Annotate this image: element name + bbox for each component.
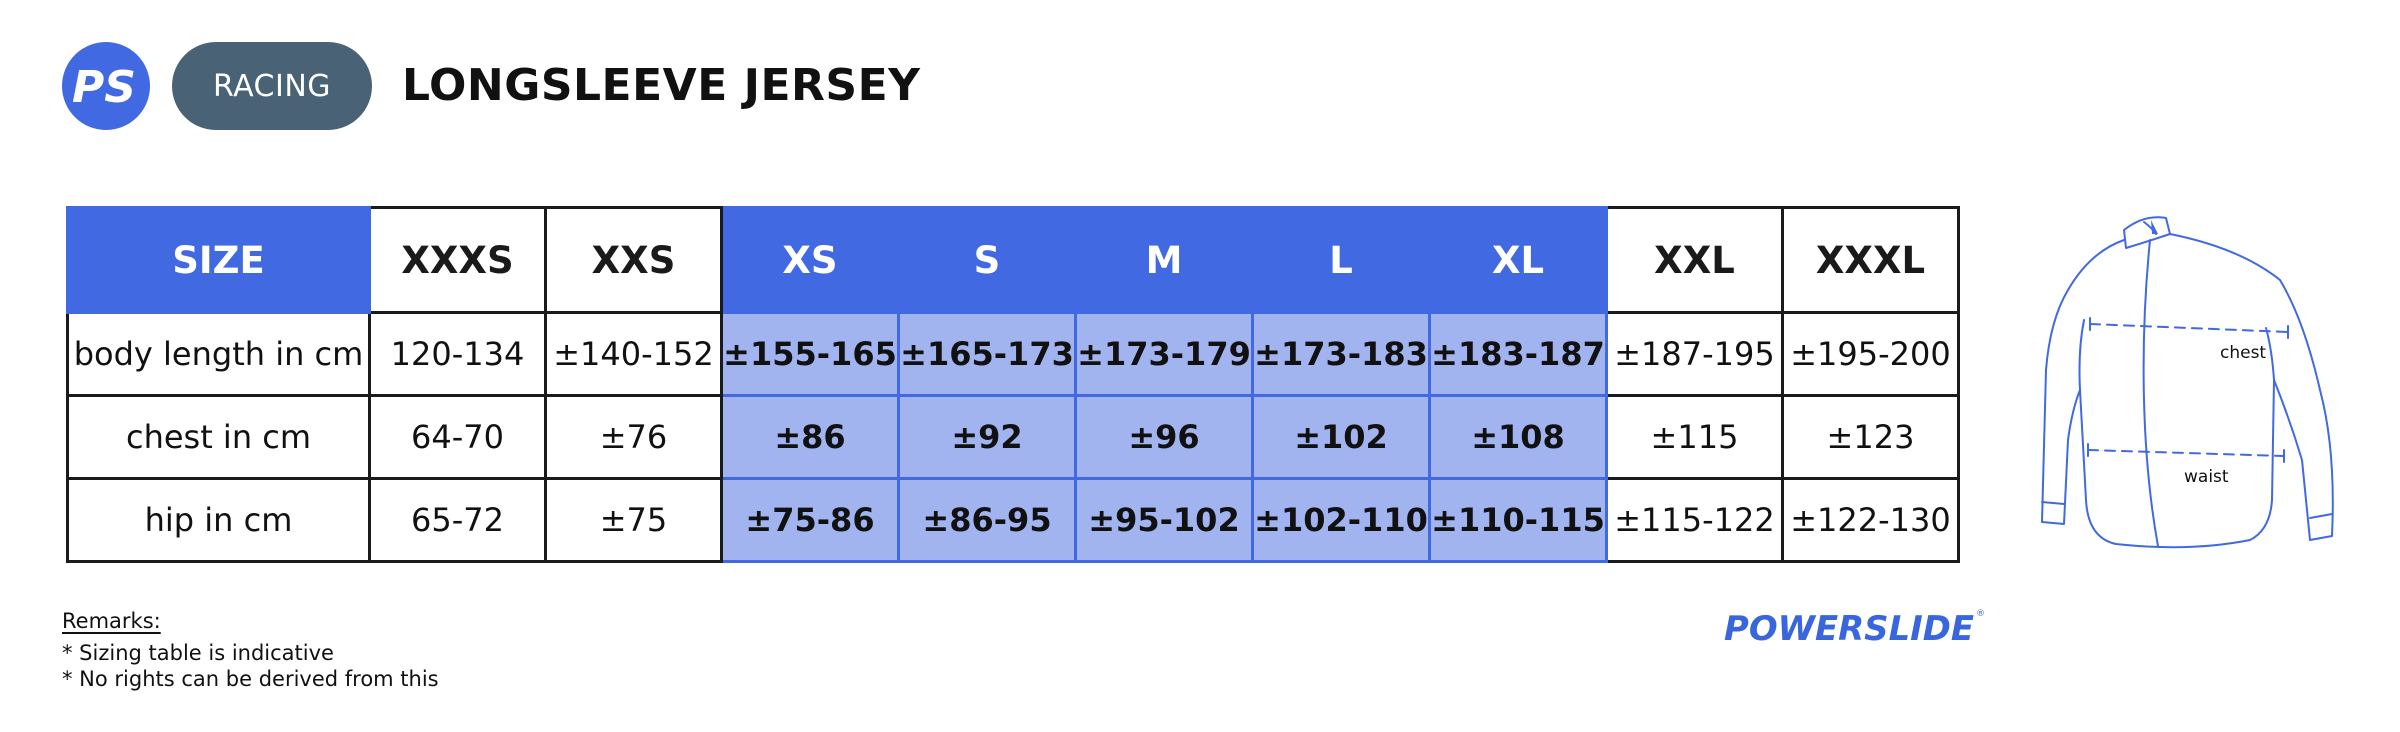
table-cell: 64-70: [368, 394, 547, 480]
table-cell: ±92: [897, 394, 1077, 480]
header-xs: XS: [720, 206, 900, 314]
header-row: SIZE XXXS XXS XS S M L XL XXL XXXL: [66, 206, 1960, 314]
svg-text:®: ®: [1976, 609, 1985, 619]
header-xxl: XXL: [1605, 206, 1784, 314]
brand-name: POWERSLIDE: [1724, 609, 1974, 649]
remarks: Remarks: * Sizing table is indicative * …: [62, 608, 439, 692]
logo-text: PS: [72, 62, 136, 113]
header-xxs: XXS: [544, 206, 723, 314]
jersey-diagram-icon: chest waist: [2041, 216, 2334, 549]
table-cell: ±123: [1781, 394, 1960, 480]
header-size: SIZE: [66, 206, 371, 314]
remarks-line: * No rights can be derived from this: [62, 667, 439, 691]
table-cell: ±75-86: [720, 477, 900, 563]
header-m: M: [1074, 206, 1254, 314]
remarks-line: * Sizing table is indicative: [62, 641, 334, 665]
table-cell: ±122-130: [1781, 477, 1960, 563]
table-cell: ±96: [1074, 394, 1254, 480]
row-label: body length in cm: [66, 311, 371, 397]
page-title: LONGSLEEVE JERSEY: [402, 60, 921, 111]
row-label: chest in cm: [66, 394, 371, 480]
size-table: SIZE XXXS XXS XS S M L XL XXL XXXL body …: [66, 206, 1960, 563]
table-cell: ±173-183: [1251, 311, 1431, 397]
powerslide-ps-logo-icon: PS: [62, 42, 150, 130]
powerslide-brand-logo: POWERSLIDE ®: [1724, 609, 1985, 649]
remarks-title: Remarks:: [62, 609, 161, 633]
table-cell: ±110-115: [1428, 477, 1608, 563]
table-cell: ±173-179: [1074, 311, 1254, 397]
table-cell: 65-72: [368, 477, 547, 563]
header-l: L: [1251, 206, 1431, 314]
table-cell: ±183-187: [1428, 311, 1608, 397]
table-cell: ±108: [1428, 394, 1608, 480]
table-cell: ±102-110: [1251, 477, 1431, 563]
table-cell: ±86-95: [897, 477, 1077, 563]
header-xxxl: XXXL: [1781, 206, 1960, 314]
table-cell: ±95-102: [1074, 477, 1254, 563]
table-cell: ±115: [1605, 394, 1784, 480]
waist-label: waist: [2184, 467, 2229, 487]
table-cell: ±140-152: [544, 311, 723, 397]
table-cell: ±155-165: [720, 311, 900, 397]
table-cell: ±102: [1251, 394, 1431, 480]
table-cell: ±86: [720, 394, 900, 480]
chest-label: chest: [2220, 343, 2266, 363]
header-xl: XL: [1428, 206, 1608, 314]
table-cell: ±187-195: [1605, 311, 1784, 397]
table-cell: ±75: [544, 477, 723, 563]
category-badge: RACING: [172, 42, 372, 130]
header-xxxs: XXXS: [368, 206, 547, 314]
table-cell: ±165-173: [897, 311, 1077, 397]
header-s: S: [897, 206, 1077, 314]
table-cell: ±195-200: [1781, 311, 1960, 397]
table-cell: 120-134: [368, 311, 547, 397]
table-cell: ±76: [544, 394, 723, 480]
table-row-chest: chest in cm 64-70 ±76 ±86 ±92 ±96 ±102 ±…: [66, 394, 1960, 480]
table-row-hip: hip in cm 65-72 ±75 ±75-86 ±86-95 ±95-10…: [66, 477, 1960, 563]
table-cell: ±115-122: [1605, 477, 1784, 563]
table-row-body-length: body length in cm 120-134 ±140-152 ±155-…: [66, 311, 1960, 397]
row-label: hip in cm: [66, 477, 371, 563]
